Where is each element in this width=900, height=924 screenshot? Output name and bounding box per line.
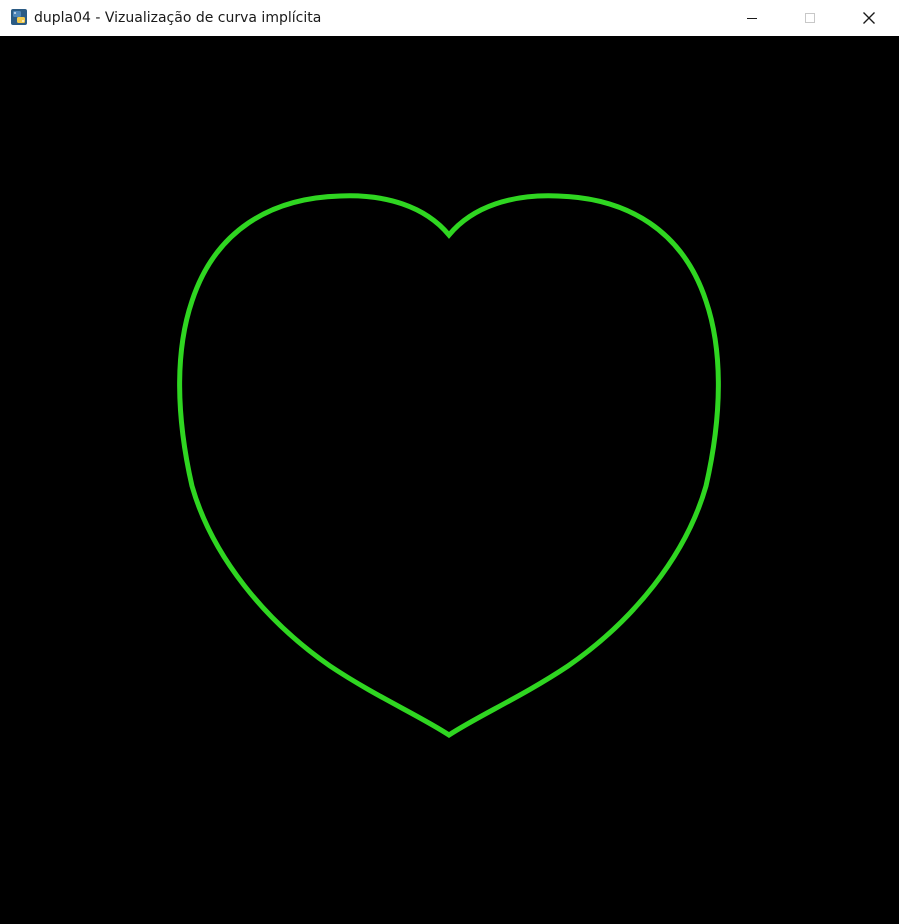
minimize-button[interactable] [723,0,781,36]
drawing-canvas[interactable] [0,36,899,924]
minimize-icon [747,18,757,19]
python-icon [11,9,27,25]
heart-curve [177,193,721,738]
maximize-icon [805,13,815,23]
curve-plot [177,193,721,738]
maximize-button[interactable] [781,0,839,36]
app-window: dupla04 - Vizualização de curva implícit… [0,0,900,924]
title-bar[interactable]: dupla04 - Vizualização de curva implícit… [0,0,900,36]
window-title: dupla04 - Vizualização de curva implícit… [34,10,322,26]
close-icon [863,12,875,24]
close-button[interactable] [840,0,898,36]
